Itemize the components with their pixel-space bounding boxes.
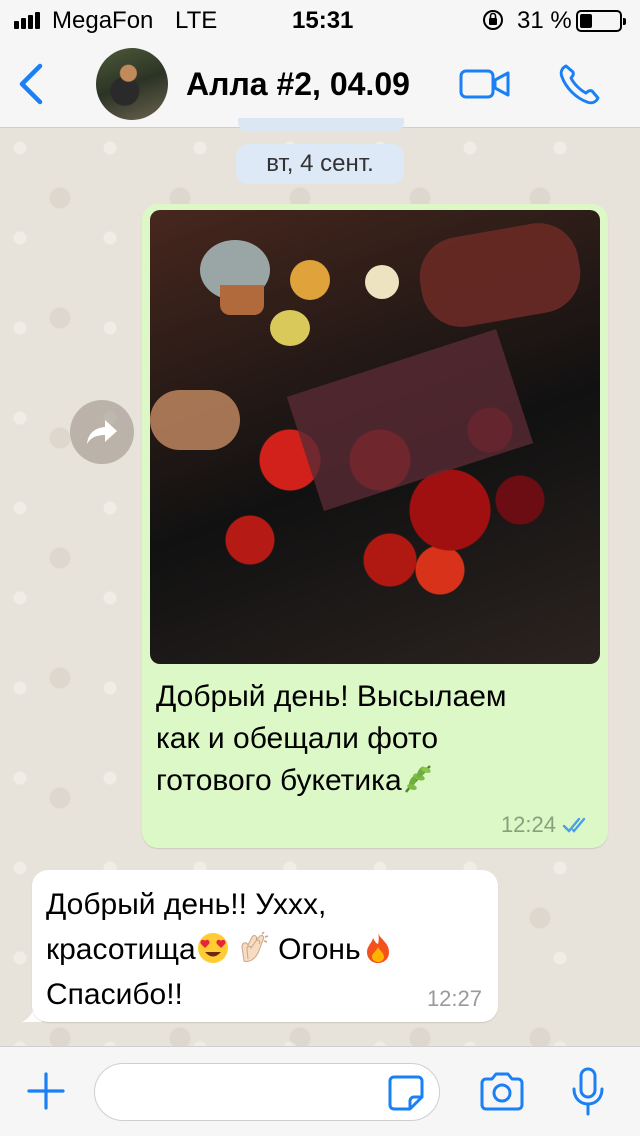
status-bar: MegaFon LTE 15:31 31 %	[0, 0, 640, 40]
outgoing-text: Добрый день! Высылаем как и обещали фото…	[156, 680, 507, 797]
incoming-line-2a: красотища	[46, 933, 196, 966]
read-double-check-icon	[562, 817, 586, 833]
previous-date-chip	[238, 118, 404, 132]
battery-percent: 31 %	[517, 7, 572, 34]
date-chip: вт, 4 сент.	[236, 144, 404, 184]
incoming-message[interactable]: Добрый день!! Уххх, красотища Огонь Спас…	[32, 870, 498, 1022]
outgoing-meta: 12:24	[501, 812, 592, 838]
forward-arrow-icon	[87, 420, 117, 444]
forward-button[interactable]	[70, 400, 134, 464]
rotation-lock-icon	[483, 10, 503, 30]
battery-fill	[580, 14, 592, 28]
phone-icon[interactable]	[556, 60, 604, 108]
herb-leaf-icon	[404, 765, 431, 793]
fire-icon	[366, 933, 389, 963]
incoming-line-2b: Огонь	[278, 933, 361, 966]
incoming-line-3: Спасибо!!	[46, 978, 183, 1011]
avatar[interactable]	[96, 48, 168, 120]
network-type: LTE	[175, 7, 218, 34]
chevron-left-icon[interactable]	[16, 62, 46, 106]
battery-icon	[576, 10, 626, 32]
camera-icon[interactable]	[478, 1071, 526, 1113]
incoming-time: 12:27	[426, 986, 482, 1011]
heart-eyes-icon	[197, 933, 228, 963]
sticker-icon[interactable]	[386, 1073, 426, 1113]
chat-title[interactable]: Алла #2, 04.09	[186, 66, 410, 103]
plus-icon[interactable]	[26, 1071, 66, 1111]
incoming-line-1: Добрый день!! Уххх,	[46, 888, 327, 921]
incoming-message-text: Добрый день!! Уххх, красотища Огонь Спас…	[46, 882, 486, 1017]
outgoing-time: 12:24	[500, 812, 556, 837]
carrier-name: MegaFon	[52, 7, 154, 34]
input-bar	[0, 1046, 640, 1136]
signal-strength-icon	[14, 12, 40, 29]
status-clock: 15:31	[292, 7, 354, 34]
outgoing-message[interactable]: Добрый день! Высылаем как и обещали фото…	[142, 204, 608, 848]
outgoing-message-text: Добрый день! Высылаем как и обещали фото…	[156, 676, 596, 802]
video-camera-icon[interactable]	[459, 68, 511, 100]
chat-header: Алла #2, 04.09	[0, 40, 640, 128]
clapping-hands-icon	[241, 931, 268, 962]
microphone-icon[interactable]	[570, 1067, 606, 1117]
bouquet-photo[interactable]	[150, 210, 600, 664]
